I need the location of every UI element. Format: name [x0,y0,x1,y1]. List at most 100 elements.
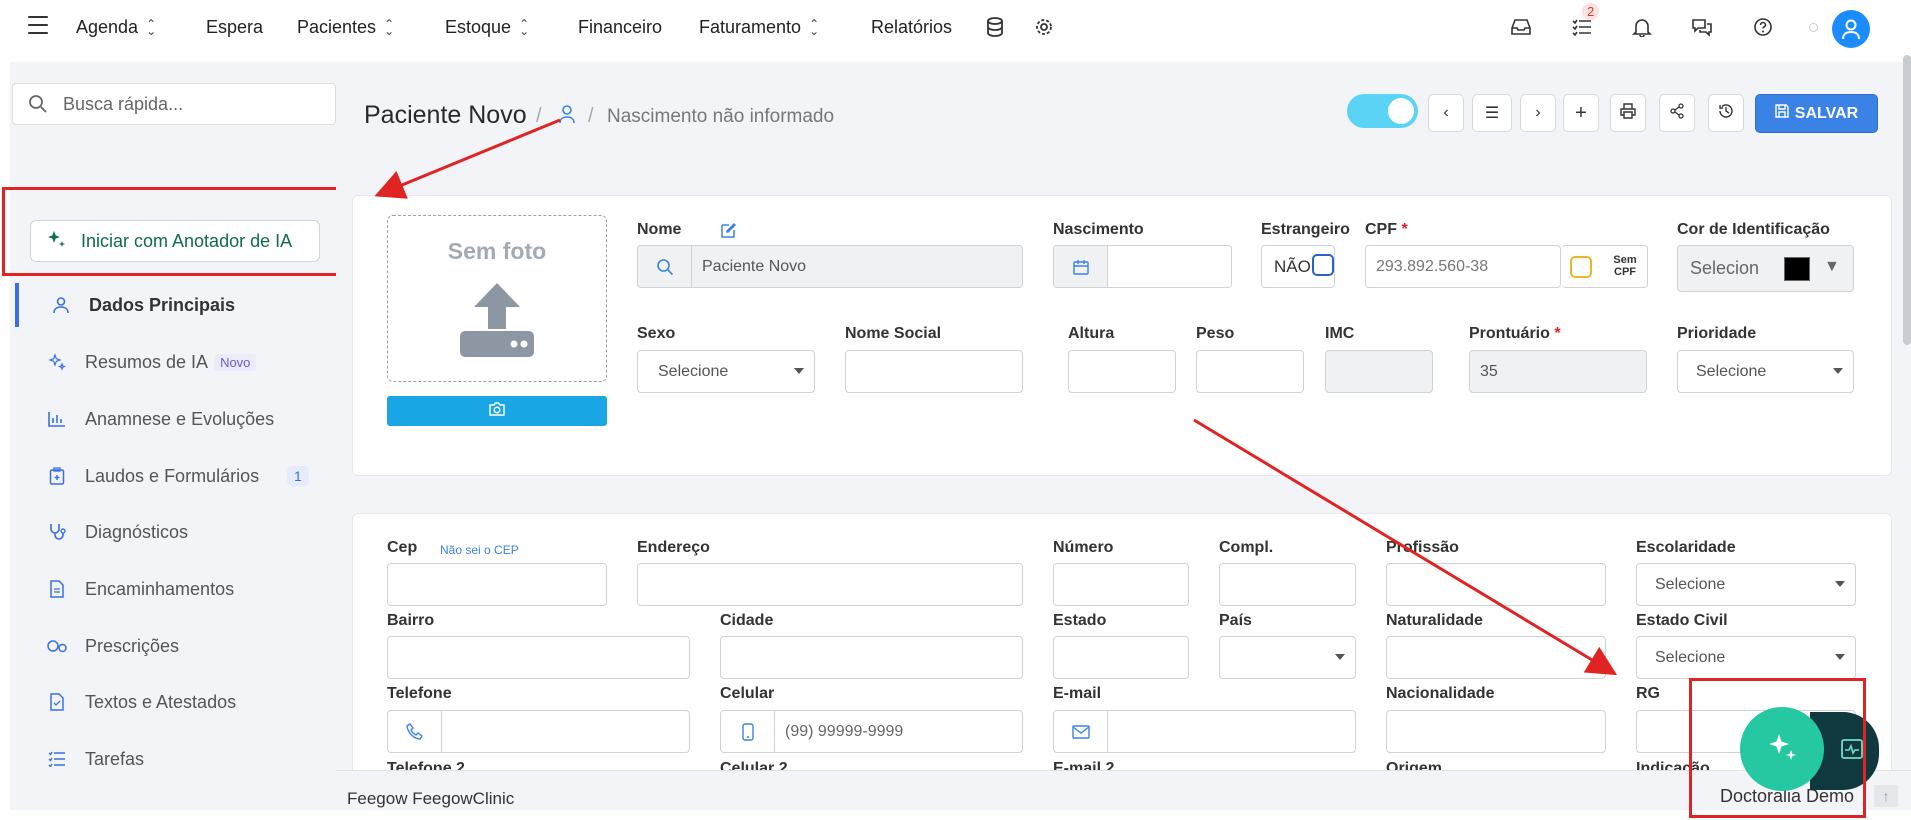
cor-select[interactable]: Selecion ▼ [1677,245,1854,292]
active-toggle[interactable] [1347,94,1418,128]
list-icon: ☰ [1484,105,1500,122]
add-button[interactable]: + [1563,94,1599,132]
sort-icon: ⌃ ⌄ [384,16,395,38]
sidebar-item-anamnese[interactable]: Anamnese e Evoluções [15,397,335,441]
celular-label: Celular [720,685,775,702]
nav-financeiro[interactable]: Financeiro [578,17,662,38]
search-icon [638,246,692,287]
nacionalidade-field[interactable] [1386,710,1606,753]
help-icon[interactable] [1751,15,1775,39]
estrangeiro-toggle[interactable]: NÃO [1261,245,1335,288]
compl-field[interactable] [1219,563,1356,606]
phone-icon [388,711,442,752]
altura-field[interactable] [1068,350,1176,393]
peso-label: Peso [1196,325,1235,342]
previous-button[interactable]: ‹ [1428,94,1464,132]
nome-social-label: Nome Social [845,325,942,342]
chat-icon[interactable] [1690,15,1714,39]
photo-upload[interactable]: Sem foto [387,215,607,382]
profissao-field[interactable] [1386,563,1606,606]
inbox-icon[interactable] [1509,15,1533,39]
nome-social-field[interactable] [845,350,1023,393]
annotation-box-ai-button [2,187,354,276]
sidebar-item-prescricoes[interactable]: Prescrições [15,624,335,668]
pais-select[interactable] [1219,636,1356,679]
naturalidade-field[interactable] [1386,636,1606,679]
sexo-label: Sexo [637,325,676,342]
sidebar-item-diagnosticos[interactable]: Diagnósticos [15,510,335,554]
nascimento-field[interactable] [1053,245,1232,288]
next-button[interactable]: › [1520,94,1556,132]
sidebar-item-encaminhamentos[interactable]: Encaminhamentos [15,567,335,611]
cidade-field[interactable] [720,636,1023,679]
footer-bar [336,770,1911,810]
escolaridade-select[interactable]: Selecione [1636,563,1856,606]
history-icon [1718,103,1734,124]
sidebar-item-tarefas[interactable]: Tarefas [15,737,335,781]
clipboard-icon [15,467,85,485]
save-button[interactable]: SALVAR [1755,94,1878,133]
nao-sei-cep-link[interactable]: Não sei o CEP [440,543,519,557]
list-button[interactable]: ☰ [1472,94,1512,132]
tasks-icon[interactable]: 2 [1570,3,1600,39]
nome-field[interactable]: Paciente Novo [637,245,1023,288]
print-button[interactable] [1610,94,1646,132]
nav-relatorios[interactable]: Relatórios [871,17,952,38]
nav-faturamento[interactable]: Faturamento ⌃ ⌄ [699,17,819,38]
sexo-select[interactable]: Selecione [637,350,815,393]
history-button[interactable] [1708,94,1744,132]
prioridade-select[interactable]: Selecione [1677,350,1854,393]
sidebar-item-textos[interactable]: Textos e Atestados [15,680,335,724]
peso-field[interactable] [1196,350,1304,393]
share-button[interactable] [1659,94,1695,132]
bell-icon[interactable] [1630,15,1654,39]
plus-icon: + [1575,101,1587,124]
sem-cpf-checkbox[interactable] [1570,256,1592,278]
database-icon[interactable] [983,15,1007,39]
user-avatar[interactable] [1832,10,1870,48]
profissao-label: Profissão [1386,539,1459,556]
laudos-count-badge: 1 [287,466,309,486]
estrangeiro-checkbox[interactable] [1312,254,1334,276]
sem-cpf-option[interactable]: Sem CPF [1562,245,1648,288]
edit-icon[interactable] [720,221,738,244]
upload-icon [456,279,538,366]
celular-field[interactable]: (99) 99999-9999 [720,710,1023,753]
estado-civil-select[interactable]: Selecione [1636,636,1856,679]
escolaridade-label: Escolaridade [1636,539,1736,556]
prontuario-label: Prontuário * [1469,325,1561,342]
telefone-field[interactable] [387,710,690,753]
quick-search-input[interactable] [63,93,323,115]
nav-agenda[interactable]: Agenda ⌃ ⌄ [76,17,156,38]
nome-label: Nome [637,221,682,238]
prontuario-field[interactable]: 35 [1469,350,1647,393]
cep-field[interactable] [387,563,607,606]
cpf-field[interactable]: 293.892.560-38 [1365,245,1561,288]
nascimento-label: Nascimento [1053,221,1144,238]
imc-field [1325,350,1433,393]
page-scrollbar[interactable] [1903,55,1911,345]
email-label: E-mail [1053,685,1102,702]
caret-icon: ▼ [1824,258,1840,275]
sidebar-item-laudos[interactable]: Laudos e Formulários 1 [15,454,335,498]
sidebar-item-dados-principais[interactable]: Dados Principais [15,283,335,327]
estado-field[interactable] [1053,636,1189,679]
bairro-field[interactable] [387,636,690,679]
pais-label: País [1219,612,1252,629]
email-field[interactable] [1053,710,1356,753]
numero-field[interactable] [1053,563,1189,606]
sidebar-item-resumos-ia[interactable]: Resumos de IA Novo [15,340,335,384]
document-icon [15,580,85,598]
estado-label: Estado [1053,612,1107,629]
nav-pacientes[interactable]: Pacientes ⌃ ⌄ [297,17,394,38]
nav-estoque[interactable]: Estoque ⌃ ⌄ [445,17,529,38]
endereco-field[interactable] [637,563,1023,606]
mobile-icon [721,711,775,752]
nav-espera[interactable]: Espera [206,17,263,38]
camera-icon [489,401,505,421]
quick-search[interactable] [12,83,336,125]
camera-button[interactable] [387,396,607,426]
hamburger-menu-icon[interactable] [28,16,48,34]
gear-icon[interactable] [1032,15,1056,39]
scroll-top-button[interactable]: ↑ [1874,785,1898,807]
